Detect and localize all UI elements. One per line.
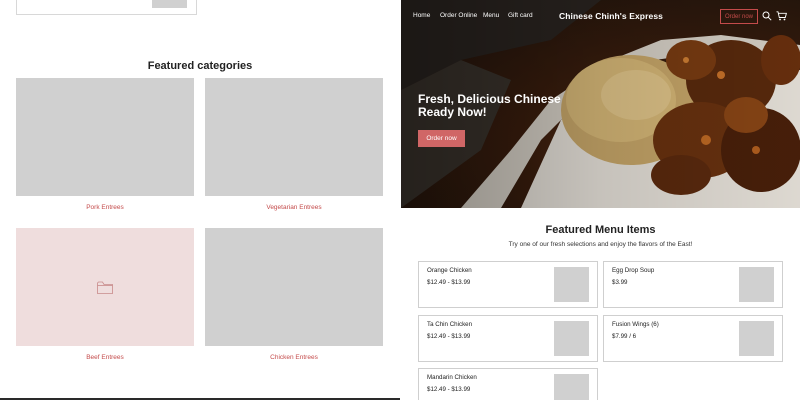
category-image xyxy=(205,228,383,346)
category-card-beef[interactable]: Beef Entrees xyxy=(16,228,194,361)
nav-link-home[interactable]: Home xyxy=(413,12,430,19)
item-thumbnail xyxy=(152,0,187,8)
hero-order-now-button[interactable]: Order now xyxy=(418,130,465,147)
menu-item-name: Ta Chin Chicken xyxy=(427,321,473,328)
menu-item-card[interactable]: Egg Drop Soup $3.99 xyxy=(603,261,783,308)
nav-link-order-online[interactable]: Order Online xyxy=(440,12,477,19)
featured-menu-title: Featured Menu Items xyxy=(545,224,656,236)
menu-item-card[interactable]: Orange Chicken $12.49 - $13.99 xyxy=(418,261,598,308)
left-panel: Featured categories Pork Entrees Vegetar… xyxy=(0,0,400,400)
nav-link-gift-card[interactable]: Gift card xyxy=(508,12,533,19)
menu-item-price: $12.49 - $13.99 xyxy=(427,333,471,340)
menu-item-price: $7.99 / 6 xyxy=(612,333,637,340)
right-panel: Home Order Online Menu Gift card Chinese… xyxy=(401,0,800,400)
category-label[interactable]: Chicken Entrees xyxy=(205,354,383,361)
menu-item-thumbnail xyxy=(554,267,589,302)
nav-order-now-button[interactable]: Order now xyxy=(720,9,758,24)
search-icon[interactable] xyxy=(762,11,772,21)
featured-menu-subtitle: Try one of our fresh selections and enjo… xyxy=(508,241,693,248)
top-nav: Home Order Online Menu Gift card Chinese… xyxy=(401,0,800,32)
partial-menu-card[interactable] xyxy=(16,0,197,15)
category-image xyxy=(205,78,383,196)
menu-item-card[interactable]: Mandarin Chicken $12.49 - $13.99 xyxy=(418,368,598,400)
menu-item-card[interactable]: Ta Chin Chicken $12.49 - $13.99 xyxy=(418,315,598,362)
menu-item-card[interactable]: Fusion Wings (6) $7.99 / 6 xyxy=(603,315,783,362)
folder-icon xyxy=(97,281,113,294)
category-card-chicken[interactable]: Chicken Entrees xyxy=(205,228,383,361)
menu-item-price: $3.99 xyxy=(612,279,628,286)
featured-categories-title: Featured categories xyxy=(147,60,253,72)
category-image xyxy=(16,228,194,346)
menu-item-thumbnail xyxy=(554,374,589,400)
menu-item-name: Mandarin Chicken xyxy=(427,374,477,381)
menu-item-price: $12.49 - $13.99 xyxy=(427,386,471,393)
hero-title: Fresh, Delicious Chinese Ready Now! xyxy=(418,92,561,119)
brand-name[interactable]: Chinese Chinh's Express xyxy=(559,11,663,21)
menu-item-name: Orange Chicken xyxy=(427,267,472,274)
menu-item-thumbnail xyxy=(739,321,774,356)
cart-icon[interactable] xyxy=(776,11,787,21)
category-label[interactable]: Beef Entrees xyxy=(16,354,194,361)
category-card-vegetarian[interactable]: Vegetarian Entrees xyxy=(205,78,383,211)
menu-item-thumbnail xyxy=(554,321,589,356)
menu-item-price: $12.49 - $13.99 xyxy=(427,279,471,286)
category-image xyxy=(16,78,194,196)
category-label[interactable]: Pork Entrees xyxy=(16,204,194,211)
hero-banner: Home Order Online Menu Gift card Chinese… xyxy=(401,0,800,208)
category-label[interactable]: Vegetarian Entrees xyxy=(205,204,383,211)
menu-item-thumbnail xyxy=(739,267,774,302)
menu-item-name: Fusion Wings (6) xyxy=(612,321,659,328)
nav-link-menu[interactable]: Menu xyxy=(483,12,499,19)
category-card-pork[interactable]: Pork Entrees xyxy=(16,78,194,211)
menu-item-name: Egg Drop Soup xyxy=(612,267,655,274)
